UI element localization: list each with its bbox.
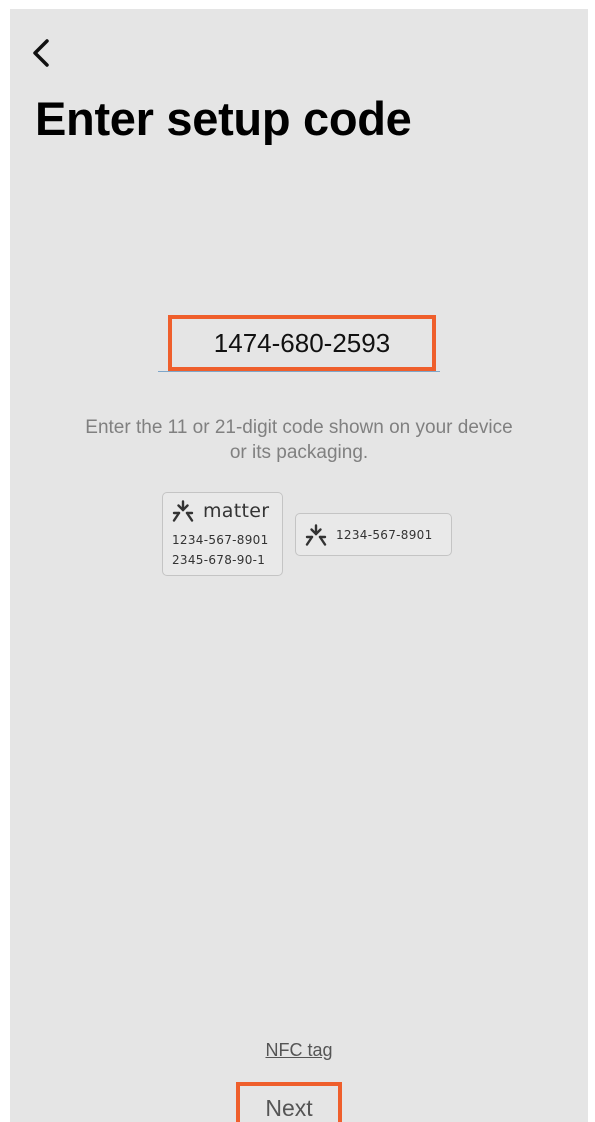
setup-code-field[interactable] <box>158 315 440 372</box>
matter-logo-icon <box>172 500 194 522</box>
next-button[interactable]: Next <box>236 1082 342 1122</box>
setup-code-screen: Enter setup code Enter the 11 or 21-digi… <box>10 9 588 1122</box>
setup-code-input[interactable] <box>168 315 436 371</box>
back-button[interactable] <box>26 35 56 71</box>
helper-text-line-1: Enter the 11 or 21-digit code shown on y… <box>85 417 513 438</box>
matter-label-example-qr: matter 1234-567-8901 2345-678-90-1 <box>162 492 283 576</box>
matter-logo-wrap <box>305 524 327 551</box>
helper-text-line-2: or its packaging. <box>229 442 369 463</box>
example-code-11-digit: 1234-567-8901 <box>172 533 269 547</box>
matter-brand-text: matter <box>203 500 270 522</box>
helper-text: Enter the 11 or 21-digit code shown on y… <box>10 415 588 465</box>
example-code-short: 1234-567-8901 <box>336 528 433 542</box>
matter-label-example-short: 1234-567-8901 <box>295 513 452 556</box>
matter-logo-icon <box>305 524 327 546</box>
page-title: Enter setup code <box>35 92 412 145</box>
matter-brand-row: matter <box>172 500 269 522</box>
nfc-tag-link[interactable]: NFC tag <box>10 1040 588 1061</box>
chevron-left-icon <box>33 39 49 67</box>
example-code-21-digit: 2345-678-90-1 <box>172 553 266 567</box>
